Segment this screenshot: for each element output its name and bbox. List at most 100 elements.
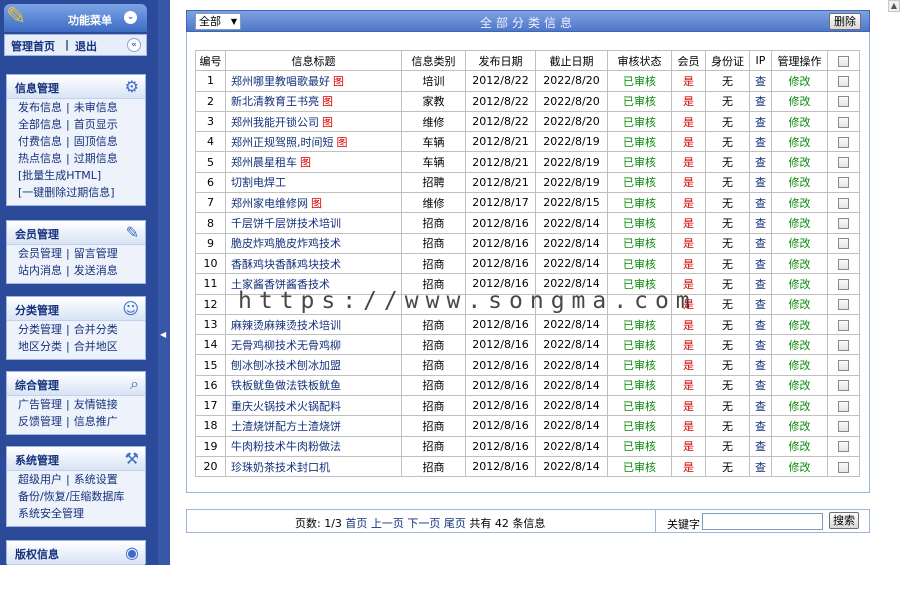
last-page-link[interactable]: 尾页 xyxy=(444,517,466,530)
menu-group-header[interactable]: 综合管理 ⌕ xyxy=(7,372,145,396)
prev-page-link[interactable]: 上一页 xyxy=(371,517,404,530)
select-all-checkbox[interactable] xyxy=(838,55,849,67)
row-checkbox[interactable] xyxy=(838,238,849,250)
row-title-link[interactable]: 刨冰刨冰技术刨冰加盟 xyxy=(231,359,341,372)
row-checkbox[interactable] xyxy=(838,400,849,412)
scroll-up-icon[interactable]: ▲ xyxy=(888,0,900,12)
menu-link[interactable]: 信息推广 xyxy=(74,415,118,428)
row-audit-status[interactable]: 已审核 xyxy=(607,334,672,356)
row-edit-link[interactable]: 修改 xyxy=(771,232,828,254)
menu-group-header[interactable]: 信息管理 ⚙ xyxy=(7,75,145,99)
menu-link[interactable]: 会员管理 xyxy=(18,247,62,260)
admin-home-link[interactable]: 管理首页 xyxy=(11,38,55,54)
menu-link[interactable]: 超级用户 xyxy=(18,473,62,486)
menu-link[interactable]: 系统安全管理 xyxy=(18,507,84,520)
row-ip-lookup[interactable]: 查 xyxy=(749,415,772,437)
collapse-menu-icon[interactable]: ⌄ xyxy=(124,11,137,24)
row-audit-status[interactable]: 已审核 xyxy=(607,192,672,214)
row-edit-link[interactable]: 修改 xyxy=(771,90,828,112)
row-checkbox[interactable] xyxy=(838,380,849,392)
menu-link[interactable]: 备份/恢复/压缩数据库 xyxy=(18,490,124,503)
menu-link[interactable]: 未审信息 xyxy=(74,101,118,114)
row-title-link[interactable]: 土渣烧饼配方土渣烧饼 xyxy=(231,420,341,433)
row-ip-lookup[interactable]: 查 xyxy=(749,192,772,214)
row-checkbox[interactable] xyxy=(838,136,849,148)
row-edit-link[interactable]: 修改 xyxy=(771,192,828,214)
row-checkbox[interactable] xyxy=(838,157,849,169)
row-ip-lookup[interactable]: 查 xyxy=(749,131,772,153)
collapse-arrow-icon[interactable]: ◀ xyxy=(160,330,166,339)
row-checkbox[interactable] xyxy=(838,116,849,128)
row-audit-status[interactable]: 已审核 xyxy=(607,212,672,234)
row-ip-lookup[interactable]: 查 xyxy=(749,455,772,478)
menu-link[interactable]: 友情链接 xyxy=(74,398,118,411)
keyword-input[interactable] xyxy=(702,513,823,530)
row-title-link[interactable]: 郑州我能开锁公司 xyxy=(231,116,319,129)
row-checkbox[interactable] xyxy=(838,319,849,331)
row-audit-status[interactable]: 已审核 xyxy=(607,232,672,254)
row-title-link[interactable]: 无骨鸡柳技术无骨鸡柳 xyxy=(231,339,341,352)
menu-link[interactable]: [一键删除过期信息] xyxy=(18,186,115,199)
row-ip-lookup[interactable]: 查 xyxy=(749,70,772,92)
menu-group-header[interactable]: 分类管理 ☺ xyxy=(7,297,145,321)
row-edit-link[interactable]: 修改 xyxy=(771,110,828,133)
row-edit-link[interactable]: 修改 xyxy=(771,273,828,295)
menu-group-header[interactable]: 系统管理 ⚒ xyxy=(7,447,145,471)
row-edit-link[interactable]: 修改 xyxy=(771,293,828,315)
row-title-link[interactable]: 郑州哪里教唱歌最好 xyxy=(231,75,330,88)
row-ip-lookup[interactable]: 查 xyxy=(749,171,772,194)
row-checkbox[interactable] xyxy=(838,278,849,290)
menu-link[interactable]: 首页显示 xyxy=(74,118,118,131)
row-ip-lookup[interactable]: 查 xyxy=(749,293,772,315)
row-title-link[interactable]: 千层饼千层饼技术培训 xyxy=(231,217,341,230)
row-audit-status[interactable]: 已审核 xyxy=(607,70,672,92)
hide-sidebar-icon[interactable]: « xyxy=(127,38,141,52)
row-checkbox[interactable] xyxy=(838,360,849,372)
row-audit-status[interactable]: 已审核 xyxy=(607,435,672,457)
first-page-link[interactable]: 首页 xyxy=(345,517,367,530)
row-ip-lookup[interactable]: 查 xyxy=(749,354,772,376)
menu-link[interactable]: 付费信息 xyxy=(18,135,62,148)
row-ip-lookup[interactable]: 查 xyxy=(749,151,772,173)
row-ip-lookup[interactable]: 查 xyxy=(749,90,772,112)
row-edit-link[interactable]: 修改 xyxy=(771,171,828,194)
row-audit-status[interactable]: 已审核 xyxy=(607,252,672,275)
row-title-link[interactable]: 重庆火锅技术火锅配料 xyxy=(231,400,341,413)
row-checkbox[interactable] xyxy=(838,461,849,473)
menu-link[interactable]: [批量生成HTML] xyxy=(18,169,101,182)
menu-link[interactable]: 站内消息 xyxy=(18,264,62,277)
row-ip-lookup[interactable]: 查 xyxy=(749,374,772,397)
menu-group-header[interactable]: 版权信息 ◉ xyxy=(7,541,145,565)
row-checkbox[interactable] xyxy=(838,177,849,189)
row-audit-status[interactable]: 已审核 xyxy=(607,110,672,133)
row-ip-lookup[interactable]: 查 xyxy=(749,313,772,336)
menu-link[interactable]: 发送消息 xyxy=(74,264,118,277)
row-ip-lookup[interactable]: 查 xyxy=(749,212,772,234)
row-audit-status[interactable]: 已审核 xyxy=(607,90,672,112)
row-edit-link[interactable]: 修改 xyxy=(771,131,828,153)
row-checkbox[interactable] xyxy=(838,75,849,87)
row-edit-link[interactable]: 修改 xyxy=(771,151,828,173)
row-checkbox[interactable] xyxy=(838,96,849,108)
row-edit-link[interactable]: 修改 xyxy=(771,455,828,478)
row-edit-link[interactable]: 修改 xyxy=(771,313,828,336)
logout-link[interactable]: 退出 xyxy=(75,38,97,54)
row-title-link[interactable]: 铁板鱿鱼做法铁板鱿鱼 xyxy=(231,379,341,392)
menu-link[interactable]: 热点信息 xyxy=(18,152,62,165)
menu-link[interactable]: 全部信息 xyxy=(18,118,62,131)
row-title-link[interactable]: 脆皮炸鸡脆皮炸鸡技术 xyxy=(231,237,341,250)
next-page-link[interactable]: 下一页 xyxy=(407,517,440,530)
row-checkbox[interactable] xyxy=(838,197,849,209)
row-audit-status[interactable]: 已审核 xyxy=(607,395,672,417)
row-checkbox[interactable] xyxy=(838,218,849,230)
row-title-link[interactable]: 香酥鸡块香酥鸡块技术 xyxy=(231,258,341,271)
menu-link[interactable]: 过期信息 xyxy=(74,152,118,165)
row-ip-lookup[interactable]: 查 xyxy=(749,110,772,133)
delete-button[interactable]: 删除 xyxy=(829,13,861,30)
row-title-link[interactable]: 郑州晨星租车 xyxy=(231,156,297,169)
row-checkbox[interactable] xyxy=(838,258,849,270)
row-edit-link[interactable]: 修改 xyxy=(771,435,828,457)
row-edit-link[interactable]: 修改 xyxy=(771,395,828,417)
row-ip-lookup[interactable]: 查 xyxy=(749,334,772,356)
row-audit-status[interactable]: 已审核 xyxy=(607,415,672,437)
